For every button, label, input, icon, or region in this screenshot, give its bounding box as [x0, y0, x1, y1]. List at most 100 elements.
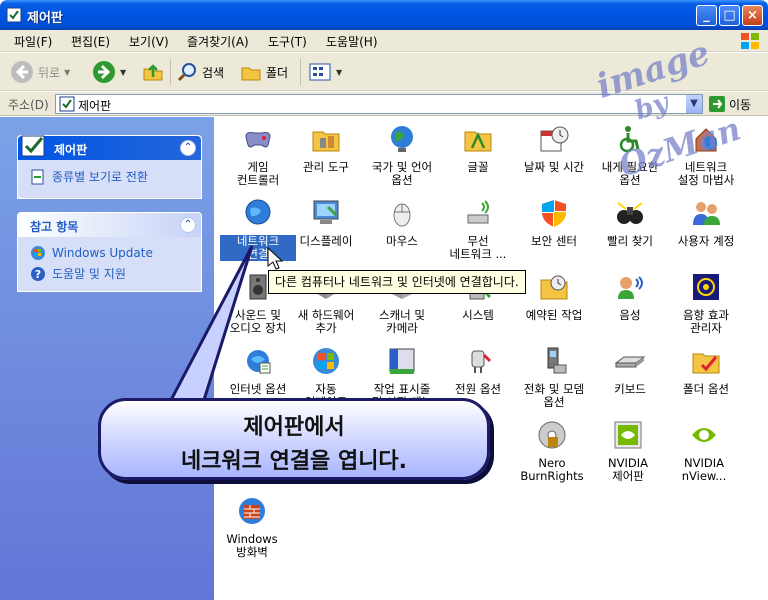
- wireless-icon: [467, 200, 489, 224]
- back-arrow-icon: [11, 61, 33, 83]
- item-display[interactable]: 디스플레이: [288, 197, 364, 248]
- watermark: image by OzMan: [591, 33, 746, 185]
- power-icon: [471, 350, 492, 373]
- item-user-accounts[interactable]: 사용자 계정: [668, 197, 744, 248]
- mouse-icon: [393, 203, 411, 227]
- control-panel-icon: [6, 7, 22, 23]
- category-view-icon: [31, 169, 44, 184]
- item-security-center[interactable]: 보안 센터: [516, 197, 592, 248]
- folders-button[interactable]: 폴더: [240, 59, 288, 85]
- collapse-chevron-icon[interactable]: ⌃: [180, 217, 196, 233]
- taskbar-icon: [389, 348, 415, 374]
- forward-dropdown-icon[interactable]: ▼: [120, 68, 126, 77]
- menu-view[interactable]: 보기(V): [129, 33, 169, 50]
- task-pane: 제어판 ⌃ 종류별 보기로 전환 참고 항목 ⌃ Windows Update …: [0, 117, 214, 600]
- item-quick-search[interactable]: 빨리 찾기: [592, 197, 668, 248]
- collapse-chevron-icon[interactable]: ⌃: [180, 140, 196, 156]
- item-phone-modem[interactable]: 전화 및 모뎀 옵션: [516, 345, 592, 409]
- globe-icon: [391, 126, 413, 152]
- menu-tools[interactable]: 도구(T): [268, 33, 307, 50]
- item-scheduled-tasks[interactable]: 예약된 작업: [516, 271, 592, 322]
- item-network-connections[interactable]: 네트워크 연결: [220, 197, 296, 261]
- minimize-button[interactable]: _: [696, 5, 717, 26]
- item-internet-options[interactable]: 인터넷 옵션: [220, 345, 296, 396]
- menu-edit[interactable]: 편집(E): [71, 33, 110, 50]
- fonts-folder-icon: [464, 131, 492, 152]
- item-nvidia-control-panel[interactable]: NVIDIA 제어판: [590, 419, 666, 483]
- folders-icon: [241, 67, 261, 81]
- nvidia-icon: [614, 421, 642, 449]
- callout-bubble: 제어판에서 네크워크 연결을 엽니다.: [98, 398, 490, 480]
- item-keyboard[interactable]: 키보드: [592, 345, 668, 396]
- help-and-support-link[interactable]: ? 도움말 및 지원: [30, 265, 126, 282]
- up-folder-icon: [143, 64, 163, 81]
- up-folder-button[interactable]: [142, 59, 164, 85]
- views-icon: [309, 63, 331, 81]
- menu-favorites[interactable]: 즐겨찾기(A): [187, 33, 249, 50]
- nvidia-nview-icon: [692, 428, 716, 442]
- see-also-box-header[interactable]: 참고 항목 ⌃: [18, 213, 201, 237]
- admin-tools-icon: [312, 131, 340, 152]
- item-fonts[interactable]: 글꼴: [440, 123, 516, 174]
- item-nvidia-nview[interactable]: NVIDIA nView...: [666, 419, 742, 483]
- firewall-icon: [239, 498, 265, 524]
- speech-icon: [618, 276, 643, 299]
- scheduled-task-icon: [540, 275, 568, 300]
- control-panel-items: 게임 컨트롤러 관리 도구 국가 및 언어 옵션 글꼴 날짜 및 시간 내게 필…: [214, 117, 768, 600]
- back-dropdown-icon[interactable]: ▼: [64, 68, 70, 77]
- control-panel-box-header[interactable]: 제어판 ⌃: [18, 135, 201, 160]
- item-power-options[interactable]: 전원 옵션: [440, 345, 516, 396]
- nero-icon: [538, 421, 566, 449]
- search-button[interactable]: 검색: [176, 59, 224, 85]
- switch-to-category-view-link[interactable]: 종류별 보기로 전환: [30, 168, 148, 185]
- item-sound-effect-manager[interactable]: 음향 효과 관리자: [668, 271, 744, 335]
- svg-text:?: ?: [35, 268, 41, 281]
- item-nero-burnrights[interactable]: Nero BurnRights: [514, 419, 590, 483]
- help-icon: ?: [31, 266, 45, 281]
- toolbar-separator: [300, 59, 301, 85]
- item-wireless-network[interactable]: 무선 네트워크 ...: [440, 197, 516, 261]
- see-also-box: 참고 항목 ⌃ Windows Update ? 도움말 및 지원: [17, 212, 202, 292]
- users-icon: [693, 202, 720, 225]
- calendar-clock-icon: [540, 126, 569, 152]
- folder-options-icon: [692, 353, 720, 374]
- item-date-time[interactable]: 날짜 및 시간: [516, 123, 592, 174]
- address-label: 주소(D): [8, 98, 49, 112]
- phone-icon: [547, 347, 567, 374]
- item-folder-options[interactable]: 폴더 옵션: [668, 345, 744, 396]
- item-windows-firewall[interactable]: Windows 방화벽: [214, 495, 290, 559]
- title-bar[interactable]: 제어판 _ □ ×: [0, 0, 768, 30]
- views-dropdown-icon[interactable]: ▼: [336, 68, 342, 77]
- shield-icon: [542, 200, 566, 227]
- control-panel-icon: [21, 135, 45, 157]
- toolbar-separator: [170, 59, 171, 85]
- internet-options-icon: [247, 350, 271, 374]
- forward-arrow-icon: [93, 61, 115, 83]
- back-button[interactable]: 뒤로 ▼: [10, 59, 70, 85]
- menu-file[interactable]: 파일(F): [14, 33, 52, 50]
- maximize-button[interactable]: □: [719, 5, 740, 26]
- windows-update-icon: [31, 246, 45, 260]
- window-title: 제어판: [27, 11, 63, 26]
- item-speech[interactable]: 음성: [592, 271, 668, 322]
- windows-update-link[interactable]: Windows Update: [30, 245, 153, 261]
- game-controller-icon: [245, 132, 271, 148]
- menu-help[interactable]: 도움말(H): [326, 33, 378, 50]
- forward-button[interactable]: ▼: [92, 59, 126, 85]
- search-icon: [177, 63, 196, 82]
- item-mouse[interactable]: 마우스: [364, 197, 440, 248]
- windows-update-icon: [313, 348, 339, 374]
- control-panel-icon: [59, 96, 75, 112]
- close-button[interactable]: ×: [742, 5, 763, 26]
- sound-effect-icon: [693, 274, 719, 300]
- binoculars-icon: [617, 202, 643, 224]
- item-game-controllers[interactable]: 게임 컨트롤러: [220, 123, 296, 187]
- control-panel-box: 제어판 ⌃ 종류별 보기로 전환: [17, 135, 202, 199]
- item-administrative-tools[interactable]: 관리 도구: [288, 123, 364, 174]
- display-icon: [313, 200, 339, 224]
- tooltip: 다른 컴퓨터나 네트워크 및 인터넷에 연결합니다.: [268, 270, 526, 294]
- item-regional-language[interactable]: 국가 및 언어 옵션: [364, 123, 440, 187]
- views-button[interactable]: ▼: [308, 59, 342, 85]
- network-globe-icon: [245, 199, 271, 225]
- keyboard-icon: [614, 356, 646, 368]
